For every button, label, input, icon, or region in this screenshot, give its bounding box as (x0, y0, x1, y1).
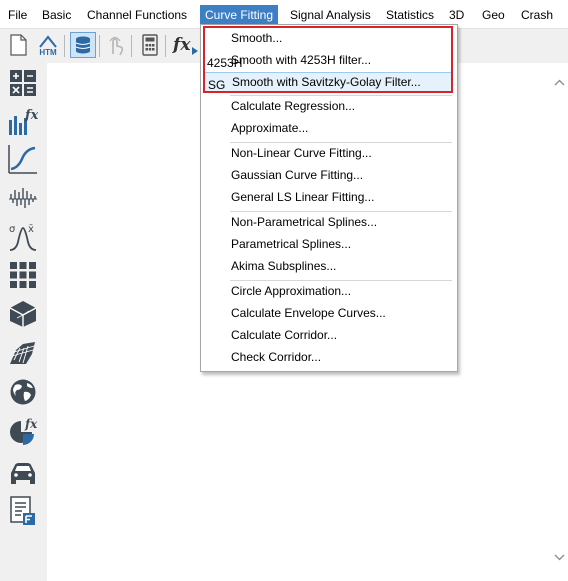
gaussian-fit-icon (207, 168, 223, 183)
smooth-sg-icon-text: SG (208, 78, 226, 92)
menu-option-label: Gaussian Curve Fitting... (231, 168, 364, 182)
param-spline-icon (207, 237, 223, 252)
regression-icon (207, 99, 223, 114)
menu-option-nonparam-spline[interactable]: Non-Parametrical Splines... (203, 212, 453, 233)
curve-fitting-dropdown: Smooth... 4253H Smooth with 4253H filter..… (200, 24, 458, 372)
menu-option-label: Akima Subsplines... (231, 259, 337, 273)
new-file-icon[interactable] (5, 32, 31, 58)
envelope-icon (207, 306, 223, 321)
pie-fx-icon[interactable]: fx (7, 415, 39, 447)
menu-crash[interactable]: Crash (516, 5, 558, 25)
menu-option-param-spline[interactable]: Parametrical Splines... (203, 234, 453, 255)
menu-option-akima-spline[interactable]: Akima Subsplines... (203, 256, 453, 277)
vertical-scrollbar[interactable] (551, 63, 568, 581)
menu-option-regression[interactable]: Calculate Regression... (203, 96, 453, 117)
menu-option-label: Non-Parametrical Splines... (231, 215, 378, 229)
menu-option-label: Calculate Corridor... (231, 328, 338, 342)
sidebar: fx σ x̄ fx (0, 63, 46, 581)
menu-option-label: Calculate Regression... (231, 99, 356, 113)
toolbar-separator (64, 35, 65, 57)
fx-bars-icon-text: fx (24, 108, 38, 123)
menu-option-label: Smooth with 4253H filter... (231, 53, 372, 67)
menu-curve-fitting[interactable]: Curve Fitting (200, 5, 279, 25)
menu-3d[interactable]: 3D (444, 5, 469, 25)
report-icon[interactable] (7, 495, 39, 527)
grid-icon[interactable] (7, 259, 39, 291)
menu-option-label: Smooth with Savitzky-Golay Filter... (232, 75, 421, 89)
menu-channel-functions[interactable]: Channel Functions (82, 5, 192, 25)
toolbar-separator (131, 35, 132, 57)
menu-option-label: Calculate Envelope Curves... (231, 306, 386, 320)
svg-text:x̄: x̄ (28, 224, 34, 235)
menu-option-label: Smooth... (231, 31, 283, 45)
database-icon[interactable] (70, 32, 96, 58)
menu-option-smooth-sg[interactable]: SG Smooth with Savitzky-Golay Filter... (203, 72, 453, 93)
html-export-icon[interactable]: HTM (35, 32, 61, 58)
menu-option-label: Non-Linear Curve Fitting... (231, 146, 372, 160)
menu-option-ls-linear-fit[interactable]: General LS Linear Fitting... (203, 187, 453, 208)
menu-option-label: Approximate... (231, 121, 309, 135)
menu-separator (230, 211, 452, 212)
menu-option-check-corridor[interactable]: Check Corridor... (203, 347, 453, 368)
smooth-icon (207, 31, 223, 46)
ls-linear-fit-icon (207, 190, 223, 205)
menu-option-gaussian-fit[interactable]: Gaussian Curve Fitting... (203, 165, 453, 186)
corridor-icon (207, 328, 223, 343)
menu-basic[interactable]: Basic (37, 5, 76, 25)
scroll-down-icon[interactable] (553, 550, 566, 563)
menu-geo[interactable]: Geo (477, 5, 510, 25)
nonparam-spline-icon (207, 215, 223, 230)
formula-icon-text: fx (172, 35, 191, 55)
nonlinear-fit-icon (207, 146, 223, 161)
menu-option-smooth-4253h[interactable]: 4253H Smooth with 4253H filter... (203, 50, 453, 71)
toolbar-separator (99, 35, 100, 57)
akima-spline-icon (207, 259, 223, 274)
menu-option-envelope[interactable]: Calculate Envelope Curves... (203, 303, 453, 324)
toolbar-separator (165, 35, 166, 57)
calculator-icon[interactable] (137, 32, 163, 58)
statistics-icon[interactable]: σ x̄ (7, 221, 39, 253)
signal-analysis-icon[interactable] (7, 183, 39, 215)
svg-text:σ: σ (9, 224, 16, 235)
formula-icon[interactable]: fx (172, 32, 198, 58)
pie-fx-icon-text: fx (24, 417, 38, 431)
globe-icon[interactable] (7, 376, 39, 408)
menu-option-nonlinear-fit[interactable]: Non-Linear Curve Fitting... (203, 143, 453, 164)
menu-separator (230, 142, 452, 143)
menu-option-circle-approx[interactable]: Circle Approximation... (203, 281, 453, 302)
touch-icon[interactable] (102, 32, 128, 58)
menu-option-label: Check Corridor... (231, 350, 322, 364)
circle-approx-icon (207, 284, 223, 299)
menu-statistics[interactable]: Statistics (381, 5, 439, 25)
menu-separator (230, 280, 452, 281)
smooth-4253h-icon: 4253H (207, 53, 242, 70)
menu-signal-analysis[interactable]: Signal Analysis (285, 5, 376, 25)
menu-option-label: General LS Linear Fitting... (231, 190, 375, 204)
approximate-icon (207, 121, 223, 136)
menu-file[interactable]: File (3, 5, 32, 25)
curve-fitting-icon[interactable] (7, 143, 39, 175)
scroll-up-icon[interactable] (553, 77, 566, 90)
cube-3d-icon[interactable] (7, 298, 39, 330)
menu-option-label: Parametrical Splines... (231, 237, 352, 251)
surface-3d-icon[interactable] (7, 337, 39, 369)
check-corridor-icon (207, 350, 223, 365)
fx-bars-icon[interactable]: fx (7, 105, 39, 137)
html-export-icon-text: HTM (39, 48, 57, 57)
calculator-functions-icon[interactable] (7, 67, 39, 99)
menu-option-approximate[interactable]: Approximate... (203, 118, 453, 139)
menu-option-label: Circle Approximation... (231, 284, 352, 298)
menu-separator (230, 95, 452, 96)
menu-option-smooth[interactable]: Smooth... (203, 28, 453, 49)
car-crash-icon[interactable] (7, 456, 39, 488)
menu-option-corridor[interactable]: Calculate Corridor... (203, 325, 453, 346)
smooth-sg-icon: SG (208, 76, 226, 92)
